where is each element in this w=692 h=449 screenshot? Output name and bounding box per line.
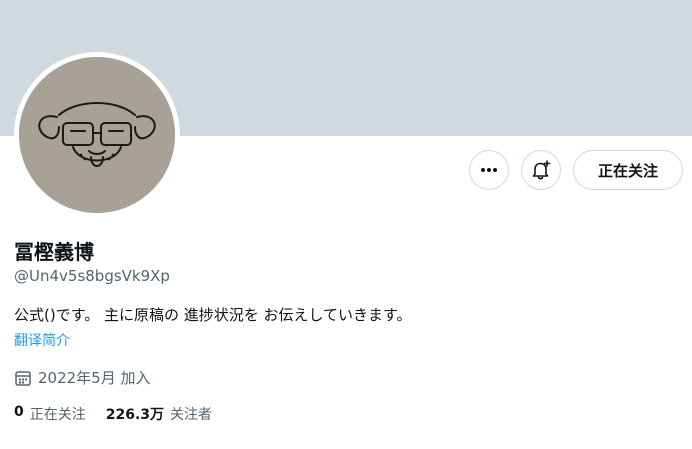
following-stat-link[interactable]: 0 正在关注	[14, 404, 86, 424]
avatar[interactable]	[19, 57, 175, 213]
more-options-button[interactable]	[469, 150, 509, 190]
more-horizontal-icon	[481, 168, 497, 172]
notifications-button[interactable]	[521, 150, 561, 190]
translate-bio-link[interactable]: 翻译简介	[14, 330, 70, 350]
display-name: 冨樫義博	[14, 240, 94, 264]
profile-bio: 公式()です。 主に原稿の 進捗状況を お伝えしていきます。	[14, 306, 412, 324]
join-date: 2022年5月 加入	[14, 367, 151, 388]
follow-stats: 0 正在关注 226.3万 关注者	[14, 404, 212, 424]
join-date-text: 2022年5月 加入	[38, 369, 151, 387]
following-button[interactable]: 正在关注	[573, 150, 683, 190]
calendar-icon	[15, 370, 31, 386]
followers-label: 关注者	[170, 407, 213, 423]
followers-count: 226.3万	[105, 407, 165, 423]
followers-stat-link[interactable]: 226.3万 关注者	[106, 404, 212, 424]
avatar-drawing	[19, 57, 175, 213]
user-handle: @Un4v5s8bgsVk9Xp	[14, 267, 170, 285]
following-count: 0	[14, 404, 24, 420]
bell-plus-icon	[532, 160, 551, 180]
following-label: 正在关注	[29, 407, 86, 423]
